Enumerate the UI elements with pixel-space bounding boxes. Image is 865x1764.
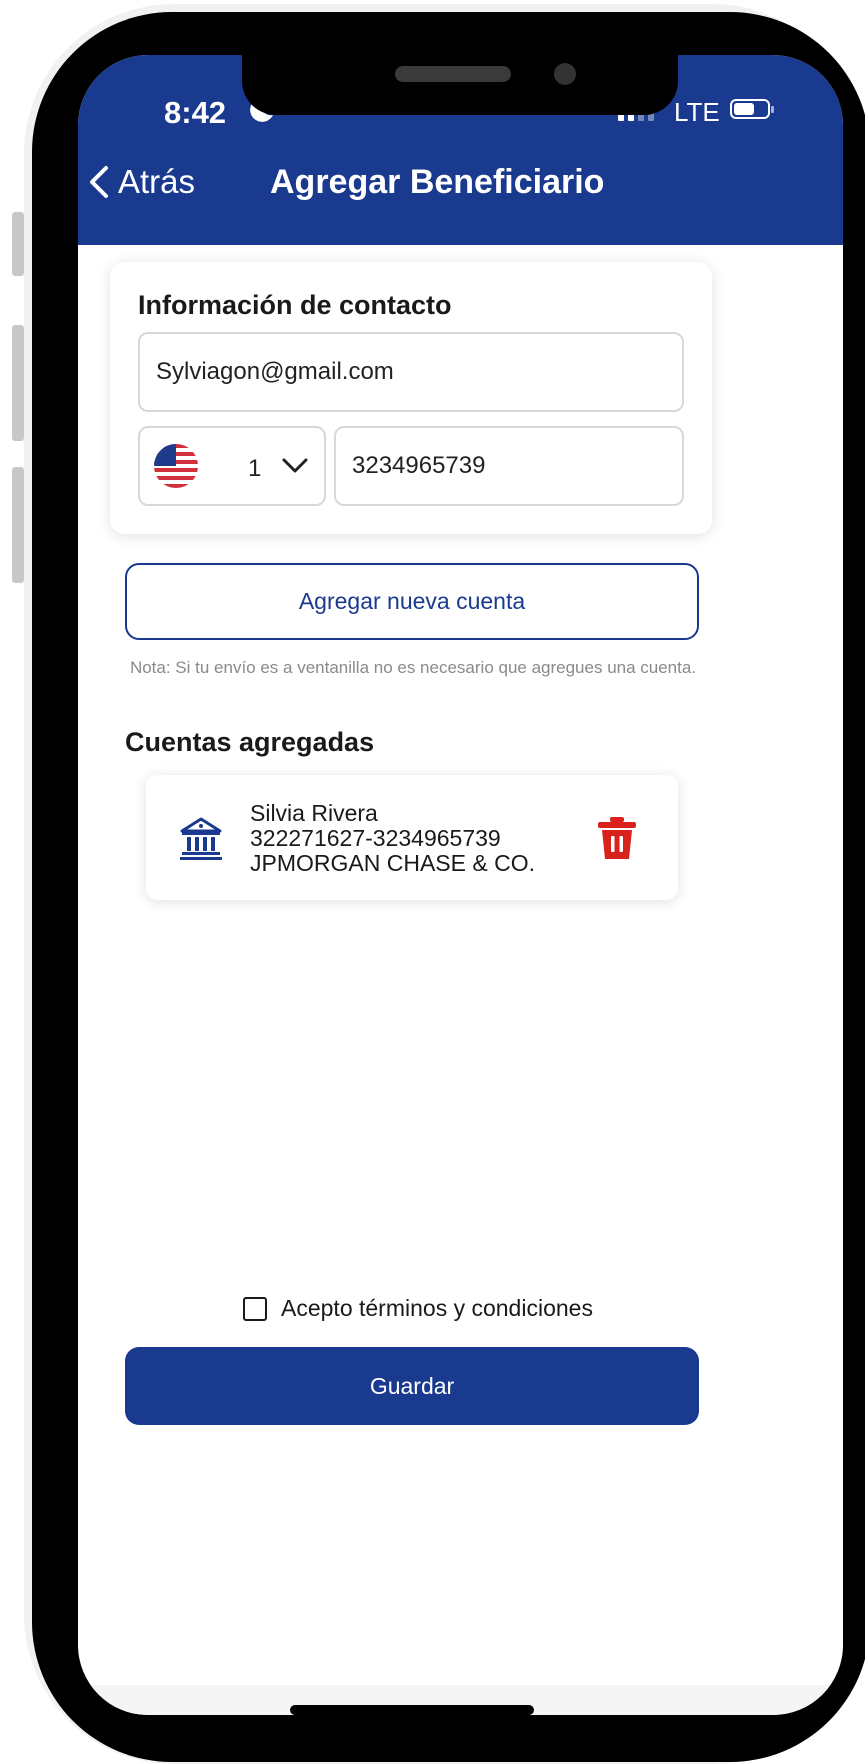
silent-switch bbox=[12, 212, 24, 276]
back-button[interactable]: Atrás bbox=[86, 163, 195, 201]
account-note: Nota: Si tu envío es a ventanilla no es … bbox=[129, 658, 697, 677]
account-card: Silvia Rivera 322271627-3234965739 JPMOR… bbox=[146, 775, 678, 900]
accounts-section-title: Cuentas agregadas bbox=[125, 727, 375, 757]
back-label: Atrás bbox=[118, 163, 196, 200]
contact-info-card: Información de contacto Sylviagon@gmail.… bbox=[110, 262, 712, 534]
volume-up-button bbox=[12, 325, 24, 441]
network-label: LTE bbox=[674, 97, 720, 127]
country-code-select[interactable]: 1 bbox=[138, 426, 326, 506]
account-holder-name: Silvia Rivera bbox=[250, 800, 378, 826]
chevron-left-icon bbox=[90, 166, 108, 198]
status-time: 8:42 bbox=[164, 95, 227, 130]
trash-icon[interactable] bbox=[594, 815, 640, 861]
country-code-value: 1 bbox=[248, 455, 262, 482]
home-indicator bbox=[290, 1705, 534, 1715]
email-value: Sylviagon@gmail.com bbox=[156, 358, 394, 385]
terms-row: Acepto términos y condiciones bbox=[243, 1295, 593, 1322]
save-button[interactable]: Guardar bbox=[125, 1347, 699, 1425]
terms-label: Acepto términos y condiciones bbox=[281, 1295, 593, 1321]
front-camera bbox=[554, 63, 576, 85]
speaker bbox=[395, 66, 511, 82]
email-field[interactable]: Sylviagon@gmail.com bbox=[138, 332, 684, 412]
battery-icon bbox=[730, 99, 774, 119]
notch bbox=[242, 55, 678, 115]
page-title: Agregar Beneficiario bbox=[270, 163, 605, 201]
account-number: 322271627-3234965739 bbox=[250, 825, 501, 851]
app-header: 8:42 LTE Atrás Agregar Beneficiario bbox=[78, 55, 843, 245]
app-screen: 8:42 LTE Atrás Agregar Beneficiario Info… bbox=[78, 55, 843, 1715]
chevron-down-icon bbox=[282, 458, 308, 473]
account-details: Silvia Rivera 322271627-3234965739 JPMOR… bbox=[250, 801, 535, 876]
bank-icon bbox=[180, 817, 222, 860]
phone-field[interactable]: 3234965739 bbox=[334, 426, 684, 506]
phone-value: 3234965739 bbox=[352, 452, 486, 479]
volume-down-button bbox=[12, 467, 24, 583]
terms-checkbox[interactable] bbox=[243, 1296, 267, 1321]
add-account-button[interactable]: Agregar nueva cuenta bbox=[125, 563, 699, 640]
contact-card-title: Información de contacto bbox=[138, 290, 452, 320]
us-flag-icon bbox=[154, 444, 198, 488]
bank-name: JPMORGAN CHASE & CO. bbox=[250, 850, 535, 876]
